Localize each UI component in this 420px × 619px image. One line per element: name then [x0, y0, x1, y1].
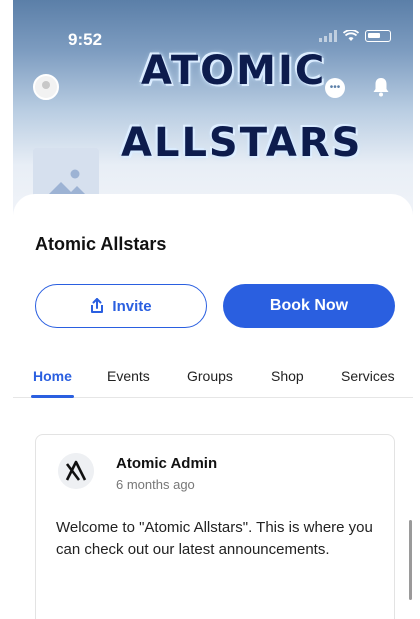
- page-title: Atomic Allstars: [35, 234, 167, 254]
- status-time: 9:52: [68, 30, 103, 49]
- tab-home[interactable]: Home: [33, 368, 72, 384]
- announcement-post[interactable]: Atomic Admin 6 months ago Welcome to "At…: [35, 434, 395, 619]
- chat-icon[interactable]: •••: [325, 78, 345, 98]
- book-now-label: Book Now: [269, 297, 349, 314]
- tab-shop[interactable]: Shop: [271, 368, 304, 384]
- group-card: Atomic Allstars Invite Book Now Home Eve…: [13, 194, 413, 619]
- post-body: Welcome to "Atomic Allstars". This is wh…: [56, 519, 373, 558]
- scrollbar[interactable]: [409, 520, 412, 600]
- book-now-button[interactable]: Book Now: [223, 284, 395, 328]
- wifi-icon: [343, 30, 359, 41]
- user-avatar[interactable]: [33, 74, 59, 100]
- battery-icon: [365, 30, 391, 42]
- bell-icon[interactable]: [371, 76, 391, 98]
- status-icons: [319, 30, 391, 42]
- active-tab-indicator: [31, 395, 74, 398]
- tab-services[interactable]: Services: [341, 368, 395, 384]
- post-timestamp: 6 months ago: [116, 477, 195, 492]
- admin-avatar[interactable]: [58, 453, 94, 489]
- share-icon: [91, 298, 104, 313]
- tab-groups[interactable]: Groups: [187, 368, 233, 384]
- wordmark-atomic: ATOMIC: [141, 48, 327, 94]
- invite-button[interactable]: Invite: [35, 284, 207, 328]
- wordmark-allstars: ALLSTARS: [121, 120, 363, 166]
- tab-events[interactable]: Events: [107, 368, 150, 384]
- signal-icon: [319, 30, 337, 42]
- tab-bar: Home Events Groups Shop Services: [13, 364, 413, 398]
- invite-label: Invite: [112, 297, 152, 315]
- app-screen: 9:52 ATOMIC ALLSTARS ••• Atomic Allstars…: [13, 0, 413, 619]
- post-author[interactable]: Atomic Admin: [116, 455, 217, 472]
